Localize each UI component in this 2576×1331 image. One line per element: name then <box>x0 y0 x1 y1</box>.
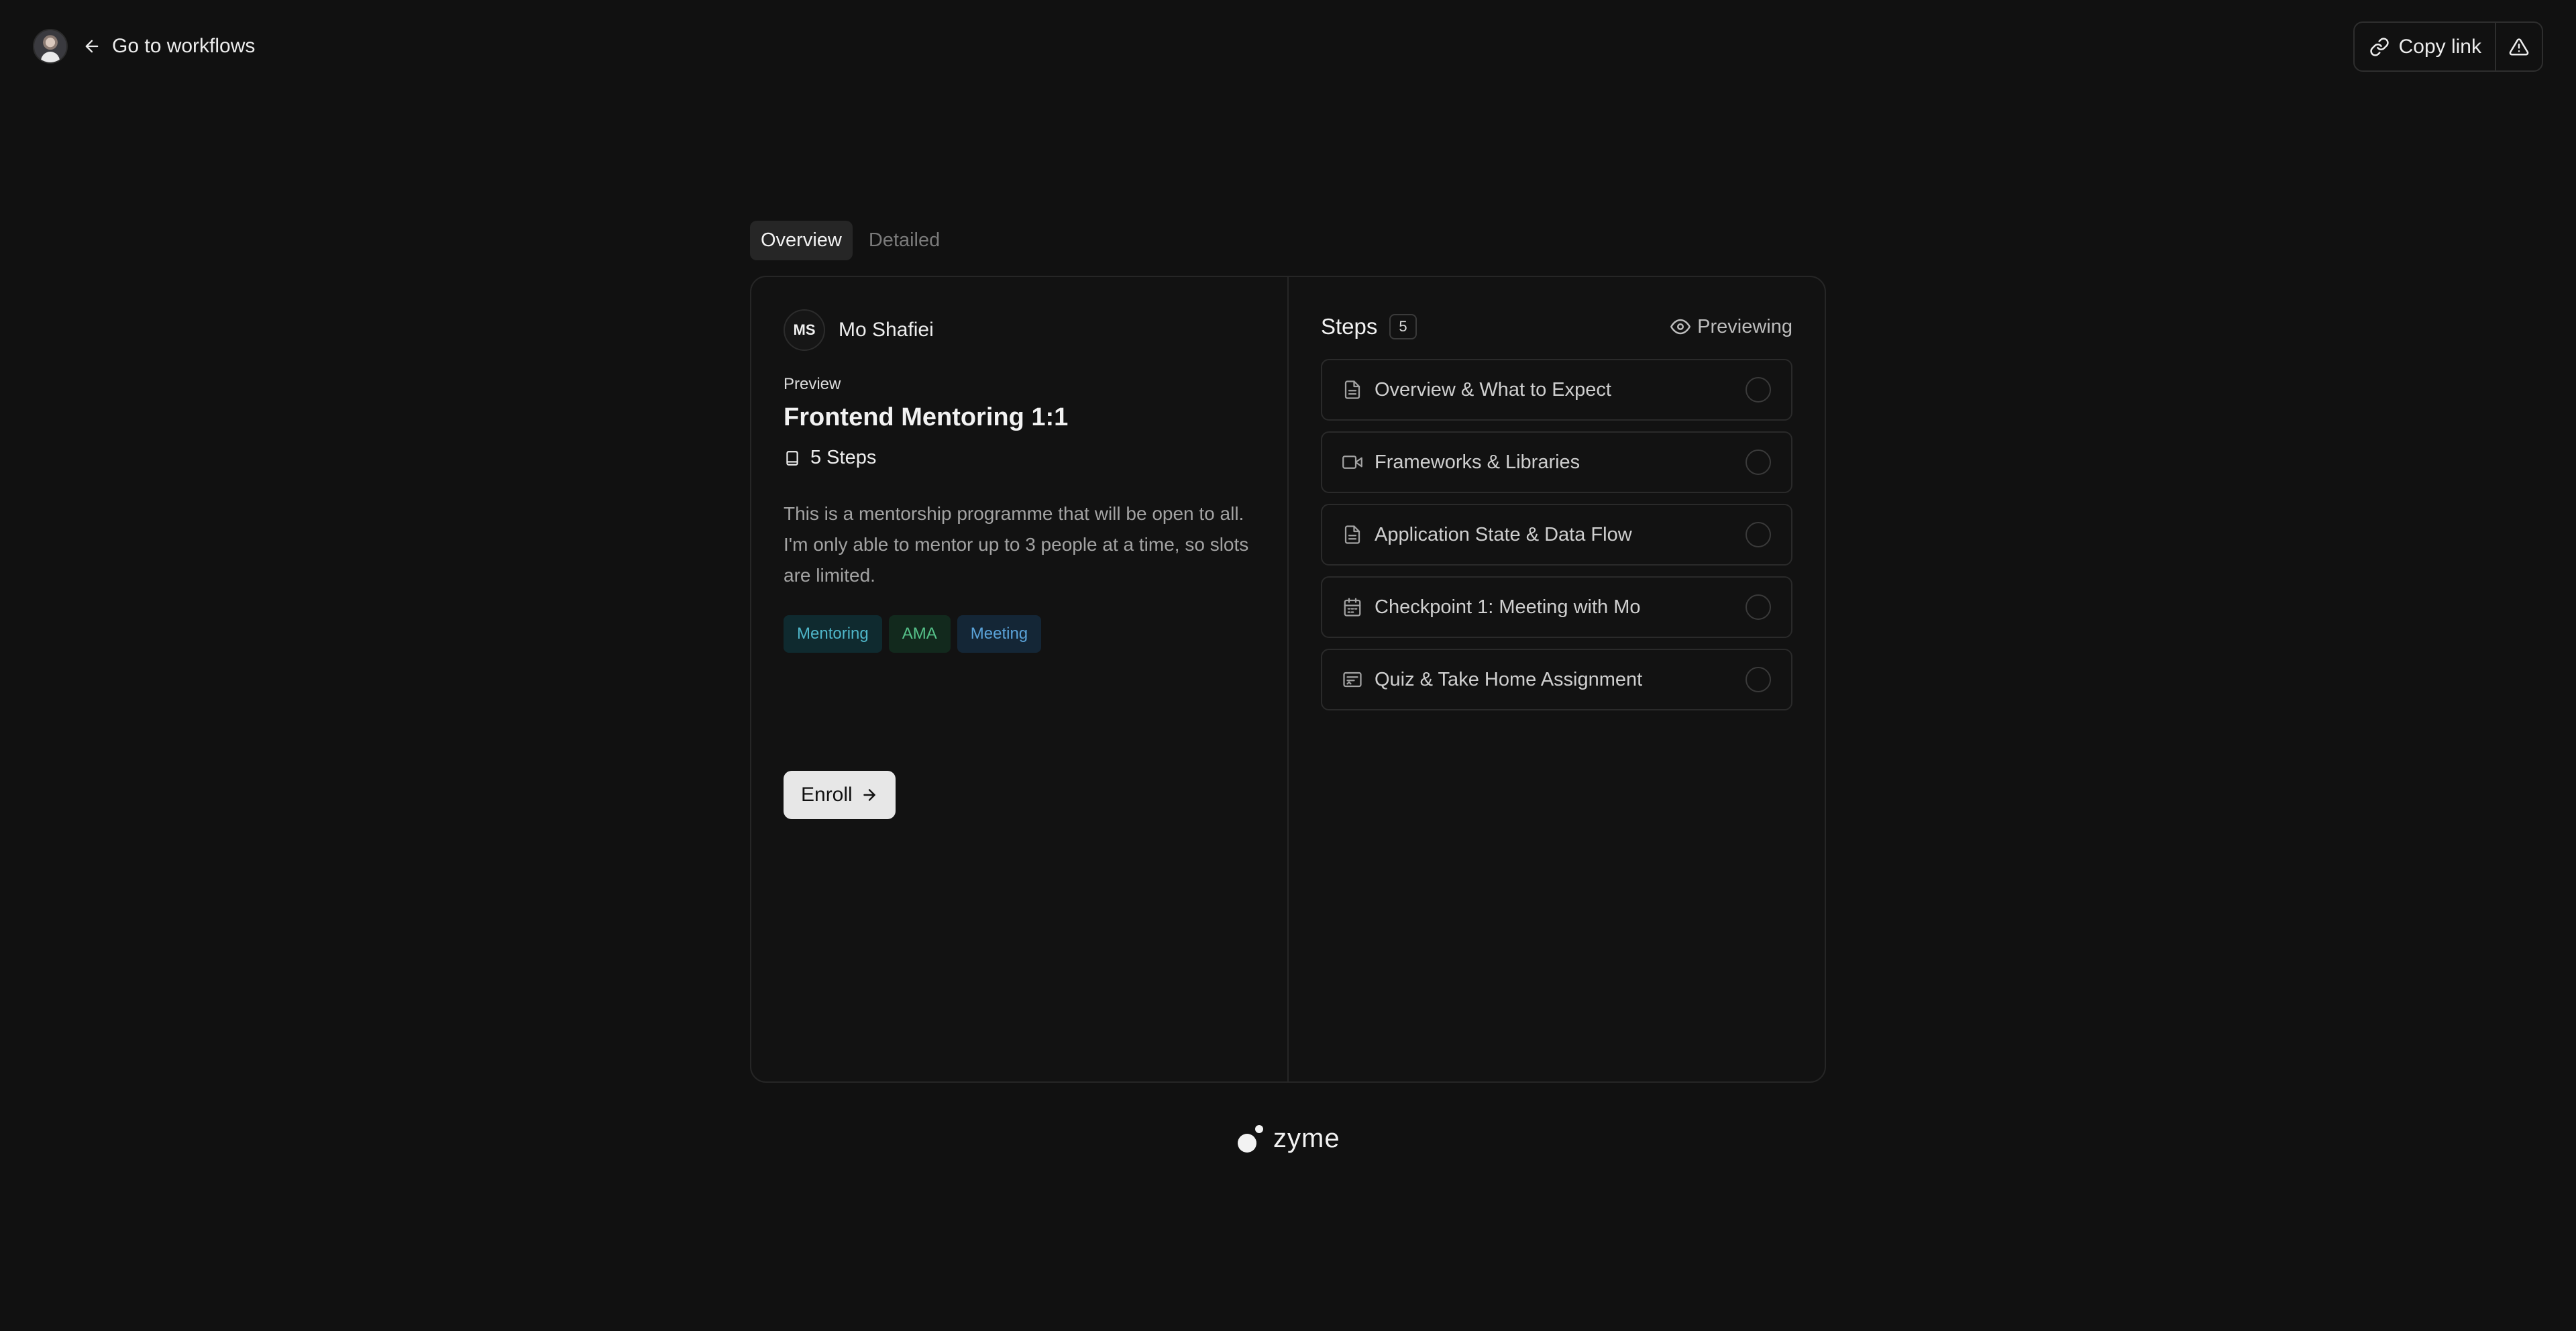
arrow-left-icon <box>85 40 99 53</box>
step-status-radio[interactable] <box>1746 377 1771 403</box>
step-label: Quiz & Take Home Assignment <box>1375 668 1643 690</box>
brand-logo[interactable]: zyme <box>1237 1124 1340 1154</box>
preview-label: Preview <box>784 375 841 393</box>
tag-ama: AMA <box>888 615 951 653</box>
author: MS Mo Shafiei <box>784 309 1255 351</box>
step-item-checkpoint[interactable]: Checkpoint 1: Meeting with Mo <box>1321 576 1792 638</box>
step-label: Checkpoint 1: Meeting with Mo <box>1375 596 1641 618</box>
copy-link-label: Copy link <box>2398 35 2481 58</box>
enroll-button[interactable]: Enroll <box>784 771 896 819</box>
arrow-right-icon <box>863 789 875 801</box>
back-link-label: Go to workflows <box>112 35 256 57</box>
step-item-quiz[interactable]: Quiz & Take Home Assignment <box>1321 649 1792 710</box>
warning-icon <box>2509 38 2529 55</box>
tag-list: Mentoring AMA Meeting <box>784 615 1255 653</box>
user-avatar[interactable] <box>33 29 68 64</box>
step-status-radio[interactable] <box>1746 594 1771 620</box>
tag-mentoring: Mentoring <box>784 615 882 653</box>
tab-detailed[interactable]: Detailed <box>858 221 951 260</box>
calendar-icon <box>1344 598 1361 617</box>
author-avatar: MS <box>784 309 825 351</box>
report-button[interactable] <box>2495 23 2542 70</box>
tab-overview[interactable]: Overview <box>750 221 853 260</box>
zyme-logo-icon <box>1238 1124 1263 1153</box>
back-to-workflows-link[interactable]: Go to workflows <box>83 35 255 58</box>
step-item-frameworks[interactable]: Frameworks & Libraries <box>1321 431 1792 493</box>
step-list: Overview & What to Expect Frameworks & L… <box>1321 359 1792 710</box>
topbar-left: Go to workflows <box>33 28 255 65</box>
step-status-radio[interactable] <box>1746 449 1771 475</box>
steps-header: Steps 5 Previewing <box>1321 312 1792 341</box>
book-icon <box>786 450 798 466</box>
workflow-card: MS Mo Shafiei Preview Frontend Mentoring… <box>750 276 1826 1083</box>
steps-count-badge: 5 <box>1389 314 1417 339</box>
workflow-overview-pane: MS Mo Shafiei Preview Frontend Mentoring… <box>751 277 1289 1081</box>
steps-count-label: 5 Steps <box>810 447 877 468</box>
brand-name: zyme <box>1273 1124 1340 1153</box>
step-label: Overview & What to Expect <box>1375 378 1611 401</box>
author-name: Mo Shafiei <box>839 319 934 341</box>
course-title: Frontend Mentoring 1:1 <box>784 403 1069 431</box>
previewing-label: Previewing <box>1697 315 1792 337</box>
steps-pane: Steps 5 Previewing Overview & What to Ex… <box>1289 277 1825 1081</box>
steps-count: 5 Steps <box>784 447 1255 469</box>
enroll-label: Enroll <box>801 784 853 806</box>
step-label: Application State & Data Flow <box>1375 523 1632 545</box>
share-toolbar: Copy link <box>2353 21 2543 72</box>
step-status-radio[interactable] <box>1746 667 1771 692</box>
course-description: This is a mentorship programme that will… <box>784 503 1249 586</box>
step-item-app-state[interactable]: Application State & Data Flow <box>1321 504 1792 566</box>
tag-meeting: Meeting <box>957 615 1042 653</box>
steps-title: Steps <box>1321 314 1378 339</box>
quiz-icon <box>1343 672 1362 688</box>
video-icon <box>1342 456 1362 469</box>
eye-icon <box>1670 319 1691 335</box>
steps-title-group: Steps 5 <box>1321 314 1417 339</box>
step-label: Frameworks & Libraries <box>1375 451 1580 473</box>
view-tabs: Overview Detailed <box>750 221 951 260</box>
previewing-indicator: Previewing <box>1670 316 1792 338</box>
copy-link-button[interactable]: Copy link <box>2355 23 2495 70</box>
document-icon <box>1344 380 1360 399</box>
step-item-overview[interactable]: Overview & What to Expect <box>1321 359 1792 421</box>
link-icon <box>2369 37 2389 56</box>
step-status-radio[interactable] <box>1746 522 1771 547</box>
document-icon <box>1344 525 1360 544</box>
